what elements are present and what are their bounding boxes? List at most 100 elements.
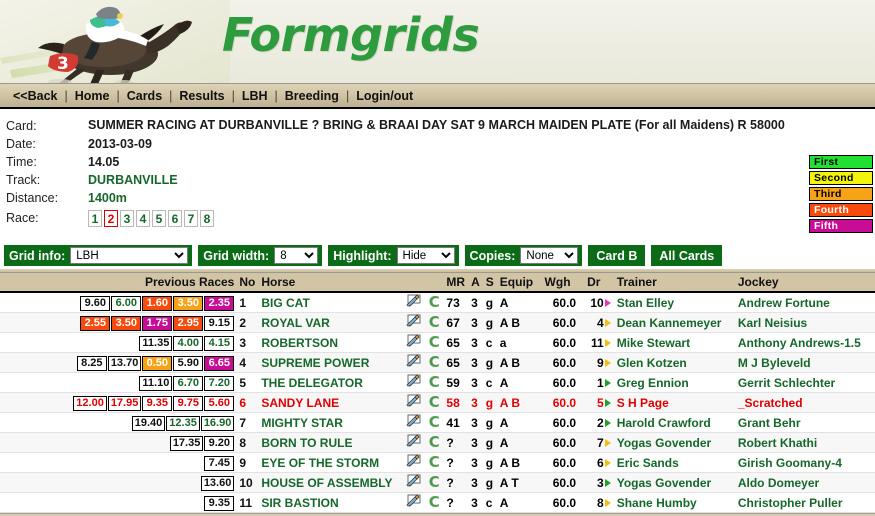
note-pencil-icon[interactable]	[406, 474, 422, 488]
form-figure[interactable]: 9.15	[204, 315, 235, 331]
nav-item-home[interactable]: Home	[68, 89, 117, 103]
race-number-1[interactable]: 1	[88, 210, 102, 227]
col-weight[interactable]: Wgh	[541, 273, 585, 293]
note-pencil-icon[interactable]	[406, 494, 422, 508]
c-badge-icon[interactable]: C	[429, 393, 440, 411]
form-figure[interactable]: 4.15	[204, 335, 235, 351]
trainer-name-link[interactable]: Yogas Govender	[617, 436, 711, 450]
trainer-name-link[interactable]: Shane Humby	[617, 496, 697, 510]
c-badge-icon[interactable]: C	[429, 373, 440, 391]
trainer-name-link[interactable]: Mike Stewart	[617, 336, 690, 350]
table-row[interactable]: 11.10 6.70 7.20 5 THE DELEGATOR C 59 3 c A 60.0 1 Gr…	[0, 372, 875, 393]
trainer-name-link[interactable]: Stan Elley	[617, 296, 674, 310]
horse-name-link[interactable]: EYE OF THE STORM	[261, 456, 379, 470]
form-figure[interactable]: 6.00	[111, 295, 142, 311]
form-figure[interactable]: 3.50	[111, 315, 142, 331]
form-figure[interactable]: 8.25	[76, 355, 107, 371]
all-cards-button[interactable]: All Cards	[651, 245, 723, 266]
trainer-name-link[interactable]: Glen Kotzen	[617, 356, 687, 370]
jockey-name-link[interactable]: Anthony Andrews-1.5	[738, 336, 861, 350]
table-row[interactable]: 13.60 10 HOUSE OF ASSEMBLY C? 3 g A T 60.0 3 Yoga…	[0, 472, 875, 493]
horse-name-link[interactable]: SUPREME POWER	[261, 356, 369, 370]
race-number-3[interactable]: 3	[120, 210, 134, 227]
col-draw[interactable]: Dr	[584, 273, 614, 293]
note-pencil-icon[interactable]	[406, 354, 422, 368]
note-pencil-icon[interactable]	[406, 454, 422, 468]
copies-select[interactable]: None	[520, 247, 579, 264]
c-badge-icon[interactable]: C	[429, 413, 440, 431]
form-figure[interactable]: 9.35	[142, 395, 173, 411]
jockey-name-link[interactable]: Robert Khathi	[738, 436, 817, 450]
form-figure[interactable]: 7.20	[204, 375, 235, 391]
trainer-name-link[interactable]: S H Page	[617, 396, 669, 410]
form-figure[interactable]: 12.00	[73, 395, 107, 411]
table-row[interactable]: 19.40 12.35 16.90 7 MIGHTY STAR C 41 3 g A 60.0 2 Ha…	[0, 412, 875, 433]
form-figure[interactable]: 2.55	[80, 315, 111, 331]
form-figure[interactable]: 9.75	[173, 395, 204, 411]
note-pencil-icon[interactable]	[406, 394, 422, 408]
note-pencil-icon[interactable]	[406, 414, 422, 428]
form-figure[interactable]: 13.70	[107, 355, 142, 371]
c-badge-icon[interactable]: C	[429, 493, 440, 511]
c-badge-icon[interactable]: C	[429, 353, 440, 371]
form-figure[interactable]: 17.35	[169, 435, 204, 451]
c-badge-icon[interactable]: C	[429, 473, 440, 491]
form-figure[interactable]: 5.90	[173, 355, 204, 371]
race-number-5[interactable]: 5	[152, 210, 166, 227]
trainer-name-link[interactable]: Dean Kannemeyer	[617, 316, 722, 330]
nav-item-lbh[interactable]: LBH	[235, 89, 275, 103]
table-row[interactable]: 11.35 4.00 4.15 3 ROBERTSON C 65 3 c a 60.0 11 Mike …	[0, 332, 875, 353]
col-sex[interactable]: S	[482, 273, 497, 293]
trainer-name-link[interactable]: Harold Crawford	[617, 416, 711, 430]
form-figure[interactable]: 12.35	[166, 415, 200, 431]
jockey-name-link[interactable]: M J Byleveld	[738, 356, 811, 370]
horse-name-link[interactable]: MIGHTY STAR	[261, 416, 343, 430]
horse-name-link[interactable]: THE DELEGATOR	[261, 376, 363, 390]
table-row[interactable]: 7.45 9 EYE OF THE STORM C? 3 g A B 60.0 6 Eric Sa…	[0, 452, 875, 473]
form-figure[interactable]: 16.90	[200, 415, 235, 431]
c-badge-icon[interactable]: C	[429, 333, 440, 351]
jockey-name-link[interactable]: Aldo Domeyer	[738, 476, 819, 490]
form-figure[interactable]: 17.95	[107, 395, 142, 411]
race-number-8[interactable]: 8	[200, 210, 214, 227]
grid-width-select[interactable]: 8	[274, 247, 319, 264]
note-pencil-icon[interactable]	[406, 334, 422, 348]
col-horse[interactable]: Horse	[258, 273, 404, 293]
jockey-name-link[interactable]: Christopher Puller	[738, 496, 843, 510]
table-row[interactable]: 9.60 6.00 1.60 3.50 2.35 1 BIG CAT C 73 3 g A 60.0 10…	[0, 292, 875, 313]
table-row[interactable]: 9.35 11 SIR BASTION C? 3 c A 60.0 8 Shane Humby Ch…	[0, 492, 875, 513]
horse-name-link[interactable]: SANDY LANE	[261, 396, 339, 410]
trainer-name-link[interactable]: Greg Ennion	[617, 376, 689, 390]
note-pencil-icon[interactable]	[406, 294, 422, 308]
col-mr[interactable]: MR	[443, 273, 469, 293]
nav-item-cards[interactable]: Cards	[120, 89, 169, 103]
jockey-name-link[interactable]: Grant Behr	[738, 416, 801, 430]
form-figure[interactable]: 1.60	[142, 295, 173, 311]
col-equip[interactable]: Equip	[496, 273, 542, 293]
jockey-name-link[interactable]: Karl Neisius	[738, 316, 807, 330]
trainer-name-link[interactable]: Yogas Govender	[617, 476, 711, 490]
jockey-name-link[interactable]: Girish Goomany-4	[738, 456, 842, 470]
form-figure[interactable]: 5.60	[204, 395, 235, 411]
nav-item-breeding[interactable]: Breeding	[278, 89, 346, 103]
col-previous-races[interactable]: Previous Races	[0, 273, 237, 293]
race-number-6[interactable]: 6	[168, 210, 182, 227]
form-figure[interactable]: 9.35	[204, 495, 235, 511]
form-figure[interactable]: 2.95	[173, 315, 204, 331]
col-trainer[interactable]: Trainer	[613, 273, 735, 293]
card-b-button[interactable]: Card B	[588, 245, 646, 266]
jockey-name-link[interactable]: Gerrit Schlechter	[738, 376, 835, 390]
form-figure[interactable]: 19.40	[131, 415, 166, 431]
form-figure[interactable]: 11.10	[139, 375, 173, 391]
table-row[interactable]: 8.25 13.70 0.50 5.90 6.65 4 SUPREME POWER C 65 3 g…	[0, 352, 875, 373]
note-pencil-icon[interactable]	[406, 434, 422, 448]
form-figure[interactable]: 0.50	[142, 355, 173, 371]
horse-name-link[interactable]: ROYAL VAR	[261, 316, 329, 330]
col-no[interactable]: No	[236, 273, 259, 293]
note-pencil-icon[interactable]	[406, 374, 422, 388]
nav-item-back[interactable]: <<Back	[6, 89, 64, 103]
c-badge-icon[interactable]: C	[429, 313, 440, 331]
nav-item-results[interactable]: Results	[172, 89, 231, 103]
c-badge-icon[interactable]: C	[429, 453, 440, 471]
form-figure[interactable]: 4.00	[173, 335, 204, 351]
